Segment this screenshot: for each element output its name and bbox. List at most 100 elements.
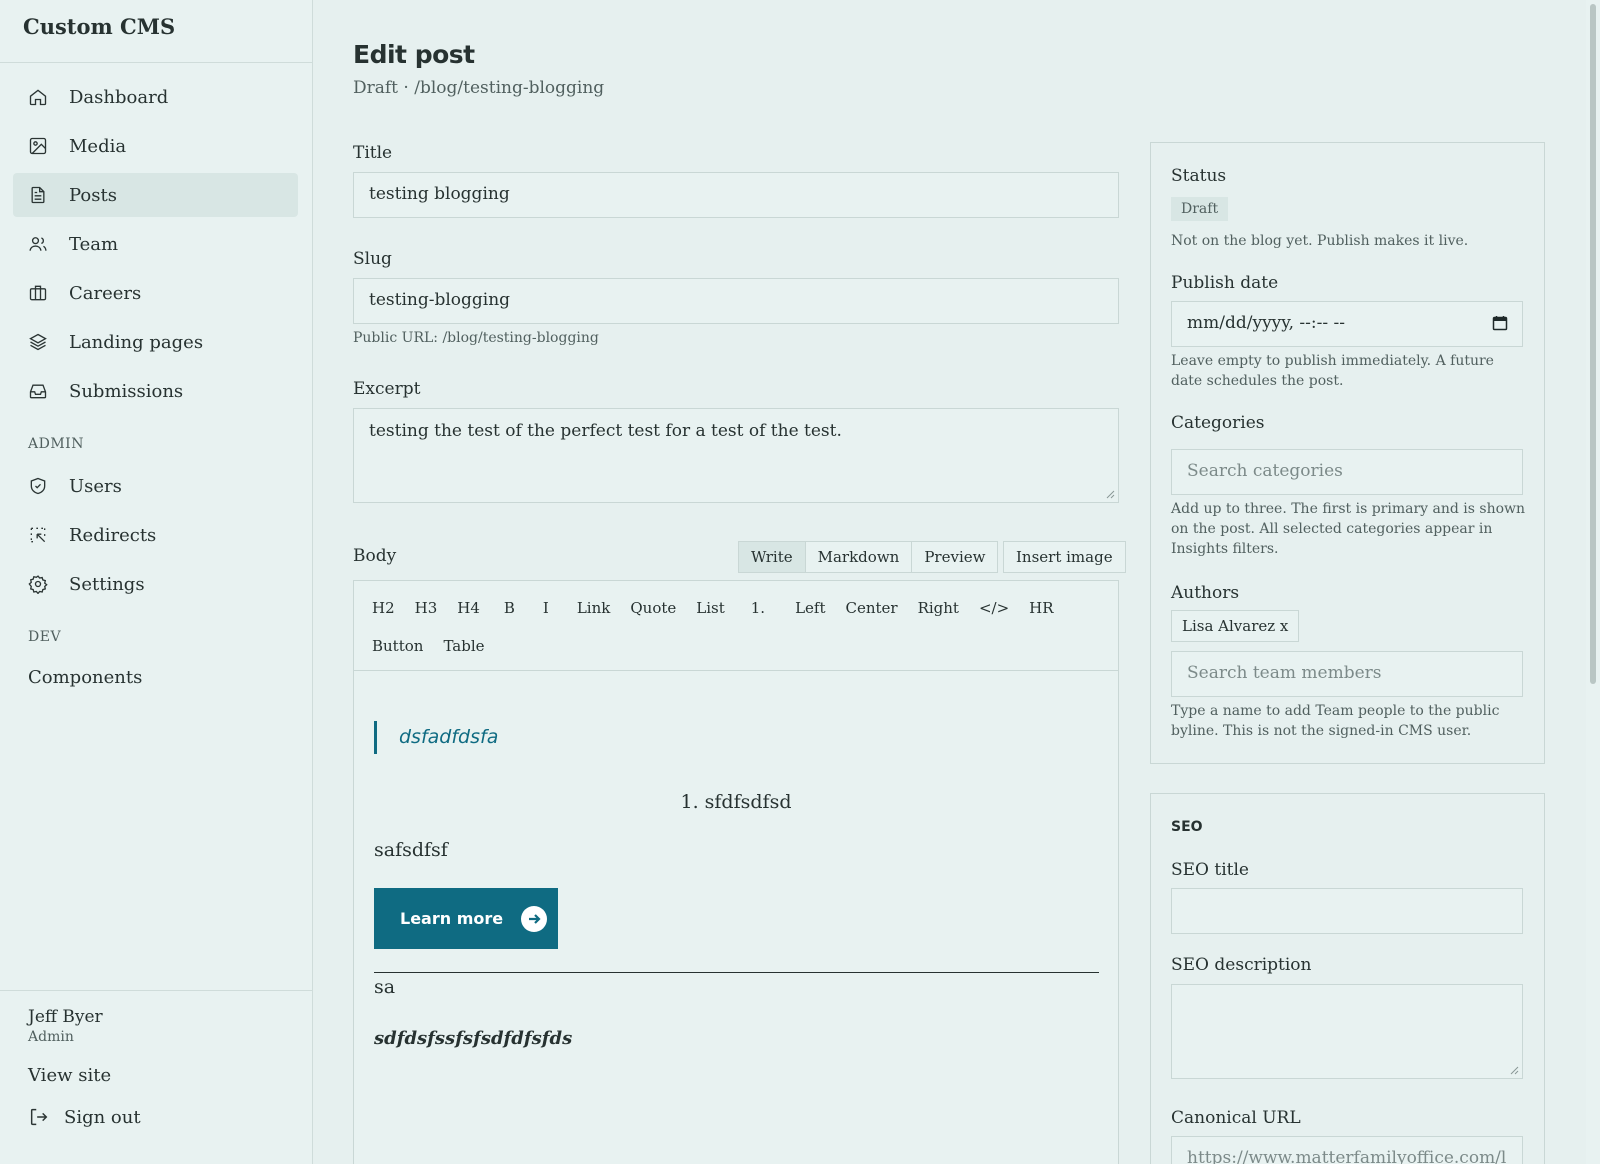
toolbar-italic-button[interactable]: I [535,589,557,627]
title-label: Title [353,143,393,163]
publish-date-value: mm/dd/yyyy, --:-- -- [1187,313,1346,333]
toolbar-hr-button[interactable]: HR [1021,589,1061,627]
toolbar-table-button[interactable]: Table [435,627,492,665]
layers-icon [27,331,49,353]
authors-label: Authors [1171,583,1240,603]
toolbar-h2-button[interactable]: H2 [364,589,403,627]
learn-more-button[interactable]: Learn more [374,888,558,949]
toolbar-code-button[interactable]: </> [971,589,1017,627]
toolbar-link-button[interactable]: Link [569,589,619,627]
toolbar-align-center-button[interactable]: Center [837,589,905,627]
toolbar-quote-button[interactable]: Quote [622,589,684,627]
seo-description-label: SEO description [1171,955,1312,975]
page-title: Edit post [353,40,475,69]
categories-hint: Add up to three. The first is primary an… [1171,501,1526,557]
slug-hint: Public URL: /blog/testing-blogging [353,330,599,346]
toolbar-button-button[interactable]: Button [364,627,431,665]
slug-input[interactable]: testing-blogging [353,278,1119,324]
toolbar-align-right-button[interactable]: Right [910,589,967,627]
sidebar-item-settings[interactable]: Settings [13,562,298,606]
title-input[interactable]: testing blogging [353,172,1119,218]
page-scrollbar[interactable] [1586,0,1600,1164]
canonical-url-label: Canonical URL [1171,1108,1301,1128]
author-chip[interactable]: Lisa Alvarez x [1171,610,1300,642]
sidebar-item-label: Media [69,135,127,157]
insert-image-button[interactable]: Insert image [1003,541,1126,573]
sign-out-label: Sign out [64,1106,141,1128]
tab-write[interactable]: Write [739,542,806,572]
editor-mode-tabs: Write Markdown Preview [738,541,999,573]
tab-preview[interactable]: Preview [912,542,997,572]
user-role: Admin [28,1029,74,1045]
view-site-link[interactable]: View site [28,1065,312,1086]
sidebar-item-label: Careers [69,282,142,304]
page-subtitle: Draft · /blog/testing-blogging [353,78,605,98]
sidebar-item-label: Landing pages [69,331,204,353]
seo-heading: SEO [1171,819,1203,835]
status-badge: Draft [1171,197,1229,221]
authors-hint: Type a name to add Team people to the pu… [1171,703,1500,739]
slug-label: Slug [353,249,392,269]
calendar-icon[interactable] [1492,315,1508,331]
seo-description-textarea[interactable] [1171,984,1523,1079]
user-name: Jeff Byer [28,1007,103,1027]
publish-date-label: Publish date [1171,273,1279,293]
toolbar-h3-button[interactable]: H3 [407,589,446,627]
sidebar-item-label: Dashboard [69,86,169,108]
sidebar-item-label: Settings [69,573,145,595]
resize-handle-icon[interactable] [1106,490,1115,499]
sidebar-item-careers[interactable]: Careers [13,271,298,315]
sidebar-item-dashboard[interactable]: Dashboard [13,75,298,119]
sidebar-nav: Dashboard Media Posts Team Careers Landi… [0,63,312,697]
sidebar-item-landing-pages[interactable]: Landing pages [13,320,298,364]
excerpt-label: Excerpt [353,379,421,399]
canonical-url-input[interactable]: https://www.matterfamilyoffice.com/l [1171,1136,1523,1164]
sidebar-item-submissions[interactable]: Submissions [13,369,298,413]
sidebar-item-label: Team [69,233,119,255]
document-icon [27,184,49,206]
excerpt-text: testing the test of the perfect test for… [369,421,842,441]
arrow-right-icon [521,905,548,932]
status-panel: Status Draft Not on the blog yet. Publis… [1150,142,1545,764]
sign-out-button[interactable]: Sign out [28,1106,312,1128]
categories-search-input[interactable]: Search categories [1171,449,1523,495]
tab-markdown[interactable]: Markdown [806,542,913,572]
scrollbar-thumb[interactable] [1590,4,1596,684]
sidebar: Custom CMS Dashboard Media Posts Team Ca… [0,0,313,1164]
toolbar-bold-button[interactable]: B [496,589,523,627]
publish-date-input[interactable]: mm/dd/yyyy, --:-- -- [1171,301,1523,347]
toolbar-h4-button[interactable]: H4 [449,589,488,627]
sign-out-icon [30,1108,48,1126]
body-label: Body [353,546,397,566]
sidebar-item-redirects[interactable]: Redirects [13,513,298,557]
inbox-icon [27,380,49,402]
sidebar-item-label: Posts [69,184,117,206]
sidebar-item-users[interactable]: Users [13,464,298,508]
sidebar-item-posts[interactable]: Posts [13,173,298,217]
sidebar-item-label: Redirects [69,524,157,546]
seo-title-label: SEO title [1171,860,1249,880]
toolbar-list-button[interactable]: List [688,589,732,627]
sidebar-item-label: Submissions [69,380,184,402]
sidebar-item-media[interactable]: Media [13,124,298,168]
seo-panel: SEO SEO title SEO description Canonical … [1150,793,1545,1164]
seo-title-input[interactable] [1171,888,1523,934]
image-icon [27,135,49,157]
body-editor[interactable]: H2 H3 H4 B I Link Quote List 1. Left Cen… [353,580,1119,1164]
users-icon [27,233,49,255]
learn-more-label: Learn more [400,909,504,928]
toolbar-align-left-button[interactable]: Left [787,589,833,627]
toolbar-ordered-list-button[interactable]: 1. [743,589,773,627]
publish-date-hint: Leave empty to publish immediately. A fu… [1171,353,1494,389]
resize-handle-icon[interactable] [1510,1066,1519,1075]
blockquote: dsfadfdsfa [374,721,498,754]
paragraph: sa [374,976,396,998]
dev-section-heading: DEV [28,629,62,645]
sidebar-item-components[interactable]: Components [0,657,312,697]
sidebar-footer: Jeff Byer Admin View site Sign out [0,990,312,1164]
authors-search-input[interactable]: Search team members [1171,651,1523,697]
excerpt-textarea[interactable]: testing the test of the perfect test for… [353,408,1119,503]
sidebar-item-team[interactable]: Team [13,222,298,266]
ordered-list-item: 1. sfdfsdfsd [680,791,792,813]
paragraph: safsdfsf [374,839,448,861]
